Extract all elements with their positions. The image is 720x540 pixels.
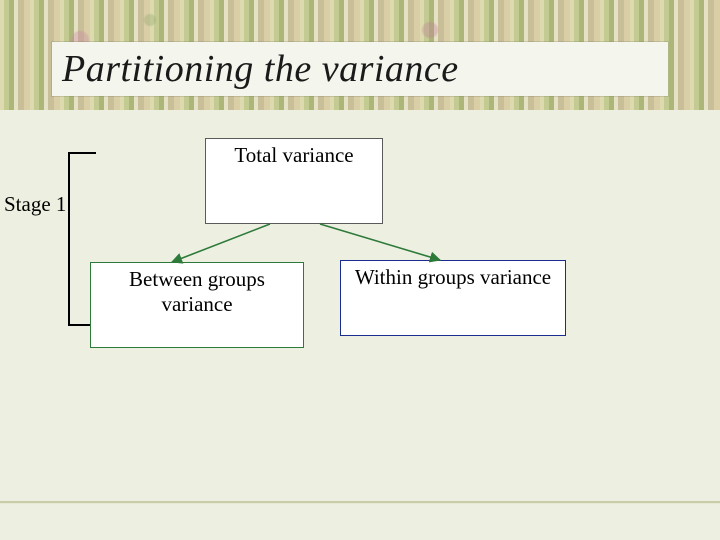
stage-1-label: Stage 1 <box>4 192 66 217</box>
node-within-groups-variance: Within groups variance <box>340 260 566 336</box>
slide: Partitioning the variance Stage 1 Total … <box>0 0 720 540</box>
arrow-total-to-within <box>320 224 440 260</box>
arrow-total-to-between <box>172 224 270 262</box>
node-total-variance: Total variance <box>205 138 383 224</box>
variance-diagram: Stage 1 Total variance Between groups va… <box>0 0 720 540</box>
node-between-groups-text: Between groups variance <box>129 267 265 316</box>
node-within-groups-text: Within groups variance <box>355 265 551 289</box>
node-between-groups-variance: Between groups variance <box>90 262 304 348</box>
node-total-variance-text: Total variance <box>234 143 353 167</box>
decorative-bottom-rule <box>0 501 720 504</box>
